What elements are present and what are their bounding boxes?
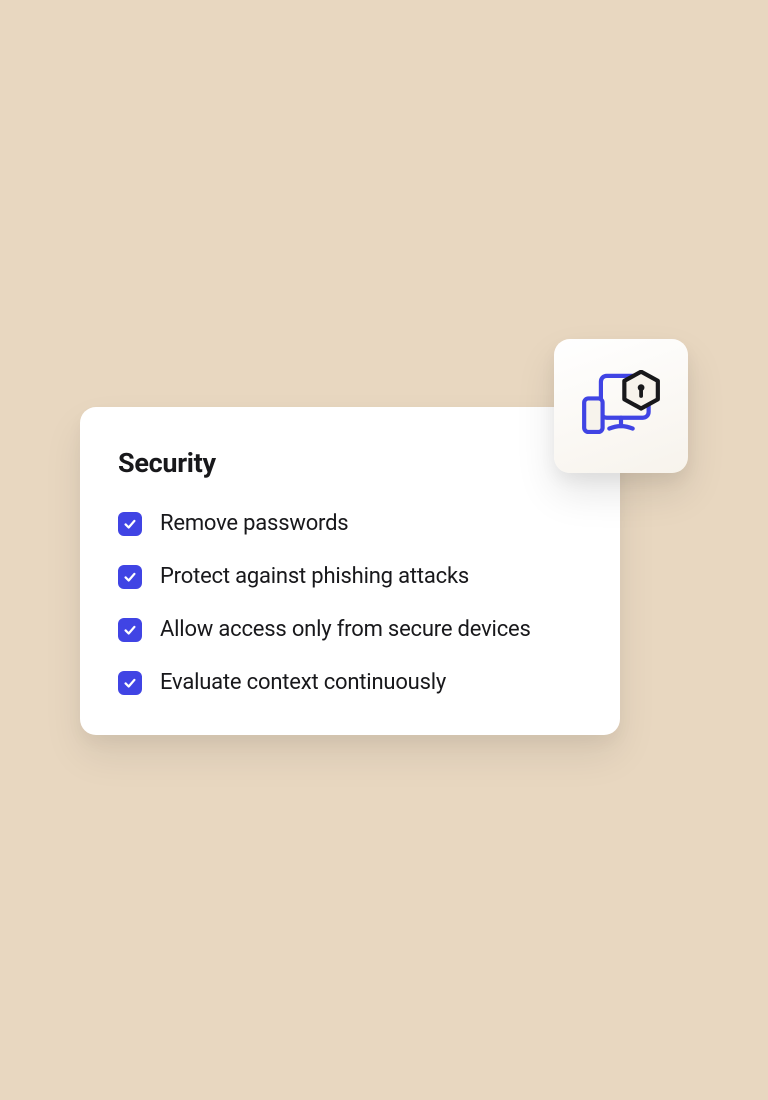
check-label: Evaluate context continuously	[160, 670, 446, 695]
card-title: Security	[118, 447, 582, 479]
check-label: Remove passwords	[160, 511, 348, 536]
check-label: Protect against phishing attacks	[160, 564, 469, 589]
checkbox-icon[interactable]	[118, 618, 142, 642]
secure-devices-icon	[554, 339, 688, 473]
security-card: Security Remove passwords Protect agains…	[80, 407, 620, 735]
checkbox-icon[interactable]	[118, 512, 142, 536]
check-item-secure-devices[interactable]: Allow access only from secure devices	[118, 617, 582, 642]
check-item-context[interactable]: Evaluate context continuously	[118, 670, 582, 695]
checkbox-icon[interactable]	[118, 565, 142, 589]
check-label: Allow access only from secure devices	[160, 617, 531, 642]
check-item-phishing[interactable]: Protect against phishing attacks	[118, 564, 582, 589]
check-item-remove-passwords[interactable]: Remove passwords	[118, 511, 582, 536]
checklist: Remove passwords Protect against phishin…	[118, 511, 582, 695]
checkbox-icon[interactable]	[118, 671, 142, 695]
